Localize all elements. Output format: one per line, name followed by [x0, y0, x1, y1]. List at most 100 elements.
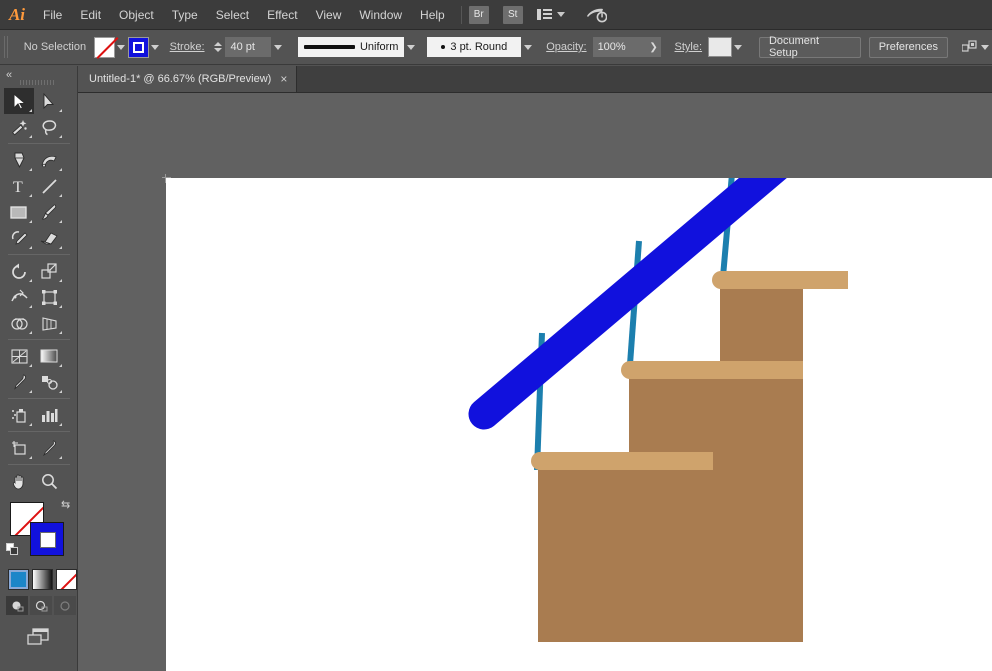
- opacity-flyout-chevron-right-icon[interactable]: ❯: [646, 37, 661, 57]
- blend-tool[interactable]: [34, 369, 64, 395]
- free-transform-tool[interactable]: [34, 284, 64, 310]
- curvature-tool-icon: [41, 155, 57, 167]
- document-tab[interactable]: Untitled-1* @ 66.67% (RGB/Preview) ×: [78, 66, 298, 92]
- column-graph-tool[interactable]: [34, 402, 64, 428]
- control-bar-grip[interactable]: [4, 36, 10, 58]
- top-step-body[interactable]: [720, 277, 803, 642]
- default-fill-stroke-icon[interactable]: [6, 543, 19, 556]
- document-tab-title: Untitled-1* @ 66.67% (RGB/Preview): [89, 73, 272, 85]
- menu-effect[interactable]: Effect: [258, 0, 306, 30]
- menu-object[interactable]: Object: [110, 0, 163, 30]
- tools-panel-grip[interactable]: [20, 80, 56, 85]
- mesh-tool[interactable]: [4, 343, 34, 369]
- tools-panel: « T ⇆: [0, 66, 78, 671]
- chevron-down-icon: [556, 12, 565, 17]
- search-adobe-stock-icon[interactable]: [585, 6, 607, 24]
- zoom-tool[interactable]: [34, 468, 64, 494]
- magic-wand-tool[interactable]: [4, 114, 34, 140]
- tools-divider: [8, 398, 70, 399]
- draw-behind-button[interactable]: [30, 596, 52, 615]
- draw-normal-button[interactable]: [6, 596, 28, 615]
- menu-view[interactable]: View: [307, 0, 351, 30]
- type-tool-icon: T: [13, 179, 23, 195]
- perspective-grid-tool[interactable]: [34, 310, 64, 336]
- column-graph-tool-icon: [41, 408, 57, 422]
- magic-wand-tool-icon: [11, 119, 27, 135]
- paintbrush-tool-icon: [41, 203, 56, 219]
- align-chevron-down-icon[interactable]: [979, 37, 992, 57]
- slice-tool[interactable]: [34, 435, 64, 461]
- gradient-mode-button[interactable]: [32, 569, 53, 590]
- type-tool[interactable]: T: [4, 173, 34, 199]
- brush-definition-chevron-down-icon[interactable]: [521, 37, 534, 57]
- eraser-tool[interactable]: [34, 225, 64, 251]
- change-screen-mode-button[interactable]: [26, 627, 52, 647]
- shape-builder-tool[interactable]: [4, 310, 34, 336]
- close-icon[interactable]: ×: [280, 73, 287, 85]
- fill-color-swatch[interactable]: [93, 36, 115, 58]
- style-label[interactable]: Style:: [675, 41, 703, 53]
- bridge-button[interactable]: Br: [468, 5, 489, 24]
- document-canvas[interactable]: [78, 93, 992, 671]
- menu-edit[interactable]: Edit: [71, 0, 110, 30]
- staircase-artwork[interactable]: [166, 178, 992, 671]
- brush-preview-icon: [441, 45, 446, 49]
- stroke-profile-chevron-down-icon[interactable]: [404, 37, 417, 57]
- direct-selection-tool[interactable]: [34, 88, 64, 114]
- stroke-color-box[interactable]: [30, 522, 64, 556]
- eyedropper-tool[interactable]: [4, 369, 34, 395]
- width-warp-tool[interactable]: [4, 284, 34, 310]
- opacity-label[interactable]: Opacity:: [546, 41, 586, 53]
- scale-tool[interactable]: [34, 258, 64, 284]
- lasso-tool[interactable]: [34, 114, 64, 140]
- stroke-color-swatch[interactable]: [127, 36, 149, 58]
- stroke-weight-field[interactable]: 40 pt: [225, 37, 272, 57]
- menu-help[interactable]: Help: [411, 0, 454, 30]
- swap-fill-stroke-icon[interactable]: ⇆: [61, 500, 74, 513]
- style-chevron-down-icon[interactable]: [732, 37, 745, 57]
- slice-tool-icon: [42, 440, 56, 456]
- curvature-tool[interactable]: [34, 147, 64, 173]
- line-segment-tool[interactable]: [34, 173, 64, 199]
- symbol-sprayer-tool[interactable]: [4, 402, 34, 428]
- hand-tool[interactable]: [4, 468, 34, 494]
- stroke-weight-chevron-down-icon[interactable]: [271, 37, 284, 57]
- document-setup-button[interactable]: Document Setup: [758, 35, 861, 59]
- brush-definition-field[interactable]: 3 pt. Round: [427, 37, 522, 57]
- none-mode-button[interactable]: [56, 569, 77, 590]
- rotate-tool-icon: [11, 263, 26, 279]
- menu-file[interactable]: File: [34, 0, 71, 30]
- stroke-label[interactable]: Stroke:: [170, 41, 205, 53]
- perspective-grid-tool-icon: [41, 316, 57, 331]
- menu-bar: Ai File Edit Object Type Select Effect V…: [0, 0, 992, 30]
- gradient-tool[interactable]: [34, 343, 64, 369]
- menu-window[interactable]: Window: [350, 0, 411, 30]
- shaper-pencil-tool[interactable]: [4, 225, 34, 251]
- rotate-tool[interactable]: [4, 258, 34, 284]
- stroke-profile-field[interactable]: Uniform: [298, 37, 405, 57]
- graphic-style-swatch[interactable]: [708, 37, 732, 57]
- workspace-switcher[interactable]: [536, 8, 565, 21]
- menu-divider: [460, 5, 462, 24]
- rectangle-tool[interactable]: [4, 199, 34, 225]
- preferences-button[interactable]: Preferences: [868, 36, 949, 58]
- menu-type[interactable]: Type: [163, 0, 207, 30]
- align-objects-icon[interactable]: [962, 39, 979, 55]
- gradient-tool-icon: [40, 349, 58, 363]
- paintbrush-tool[interactable]: [34, 199, 64, 225]
- workspace-switcher-icon: [536, 9, 552, 20]
- stroke-weight-stepper[interactable]: [213, 42, 224, 52]
- artboard-tool[interactable]: [4, 435, 34, 461]
- pen-tool[interactable]: [4, 147, 34, 173]
- artboard[interactable]: [166, 178, 992, 671]
- stock-button[interactable]: St: [502, 5, 523, 24]
- collapse-panel-icon[interactable]: «: [6, 69, 12, 81]
- hand-tool-icon: [12, 474, 23, 489]
- selection-tool[interactable]: [4, 88, 34, 114]
- color-mode-button[interactable]: [8, 569, 29, 590]
- stroke-swatch-chevron-down-icon[interactable]: [149, 37, 162, 57]
- fill-stroke-controls: ⇆: [6, 500, 76, 566]
- menu-select[interactable]: Select: [207, 0, 258, 30]
- opacity-field[interactable]: 100%: [592, 37, 647, 57]
- draw-inside-button[interactable]: [54, 596, 76, 615]
